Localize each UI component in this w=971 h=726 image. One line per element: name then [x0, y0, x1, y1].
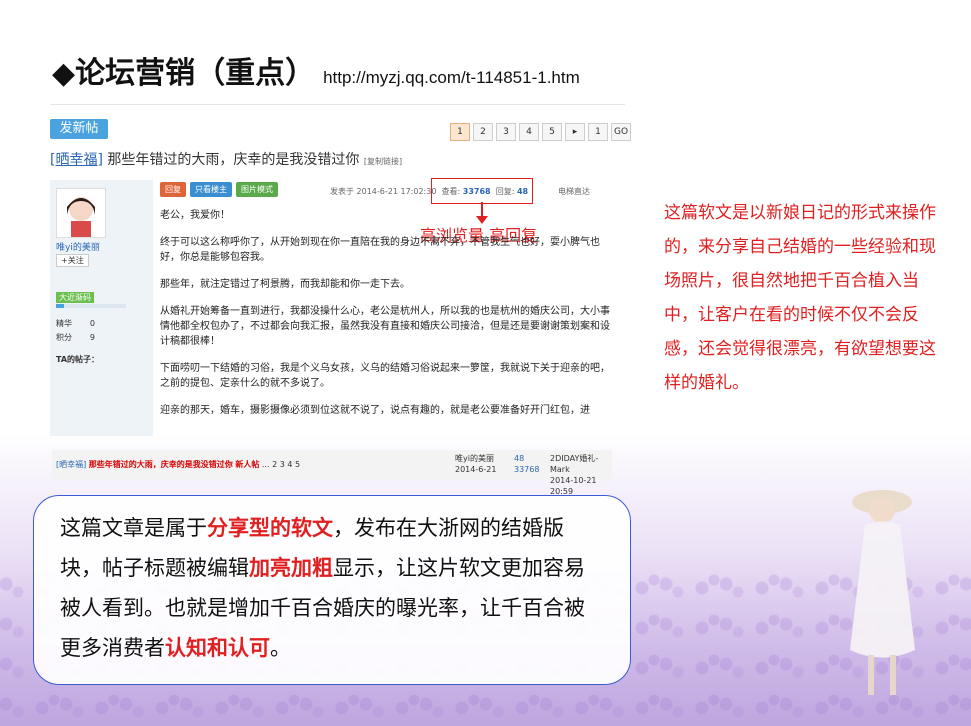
new-thread-badge: 新人帖 — [235, 460, 260, 469]
callout-highlight: 分享型的软文 — [207, 515, 333, 540]
thread-title: [晒幸福] 那些年错过的大雨，庆幸的是我没错过你 [复制链接] — [50, 149, 402, 169]
post-line: 迎亲的那天，婚车，摄影摄像必须到位这就不说了，说点有趣的，就是老公要准备好开门红… — [160, 405, 590, 416]
user-sidebar: 唯yi的美丽 +关注 大近渐码 精华 0 积分 9 TA的帖子： — [50, 180, 153, 436]
pagination: 1 2 3 4 5 ▸ 1 GO — [450, 123, 632, 141]
page-1[interactable]: 1 — [450, 123, 470, 141]
thread-tag[interactable]: [晒幸福] — [50, 152, 103, 168]
follow-button[interactable]: +关注 — [56, 254, 89, 267]
list-last-post: 2DIDAY婚礼-Mark 2014-10-21 20:59 — [550, 454, 599, 496]
page-5[interactable]: 5 — [542, 123, 562, 141]
thread-list-row[interactable]: [晒幸福] 那些年错过的大雨，庆幸的是我没错过你 新人帖 ... 2 3 4 5… — [52, 450, 612, 496]
jump-to-floor[interactable]: 电梯直达 — [558, 186, 590, 197]
page-4[interactable]: 4 — [519, 123, 539, 141]
stats-highlight-box — [431, 178, 533, 204]
forum-screenshot: 发新帖 1 2 3 4 5 ▸ 1 GO [晒幸福] 那些年错过的大雨，庆幸的是… — [50, 116, 632, 446]
callout-highlight: 加亮加粗 — [249, 555, 333, 580]
callout-text: 这篇文章是属于 — [60, 516, 207, 540]
next-page-icon[interactable]: ▸ — [565, 123, 585, 141]
post-line: 老公，我爱你！ — [160, 210, 230, 221]
page-2[interactable]: 2 — [473, 123, 493, 141]
thread-title-text: 那些年错过的大雨，庆幸的是我没错过你 — [107, 152, 360, 168]
stat-essence: 精华 0 — [56, 319, 95, 328]
post-line: 那些年，就注定错过了柯景腾，而我却能和你一走下去。 — [160, 279, 410, 290]
list-thread-title[interactable]: 那些年错过的大雨，庆幸的是我没错过你 — [89, 460, 233, 469]
list-tag[interactable]: [晒幸福] — [56, 460, 86, 469]
reply-button[interactable]: 回复 — [160, 182, 186, 197]
list-title: [晒幸福] 那些年错过的大雨，庆幸的是我没错过你 新人帖 ... 2 3 4 5 — [56, 459, 300, 470]
page-3[interactable]: 3 — [496, 123, 516, 141]
list-author: 唯yi的美丽 2014-6-21 — [455, 454, 497, 474]
girl-in-field-image — [850, 490, 915, 695]
new-post-button[interactable]: 发新帖 — [50, 119, 108, 139]
callout-highlight: 认知和认可 — [165, 635, 270, 660]
post-line: 从婚礼开始筹备一直到进行，我都没操什么心，老公是杭州人，所以我的也是杭州的婚庆公… — [160, 306, 610, 347]
side-explanation: 这篇软文是以新娘日记的形式来操作的，来分享自己结婚的一些经验和现场照片，很自然地… — [664, 203, 936, 393]
title-url[interactable]: http://myzj.qq.com/t-114851-1.htm — [323, 68, 580, 88]
title-main: ◆论坛营销（重点） — [52, 56, 316, 91]
list-counts: 48 33768 — [514, 454, 540, 474]
gallery-mode-button[interactable]: 图片模式 — [236, 182, 278, 197]
level-progress — [56, 304, 126, 308]
user-posts-heading: TA的帖子： — [56, 355, 100, 364]
post-toolbar: 回复 只看楼主 图片模式 — [160, 182, 278, 197]
callout-text: 。 — [270, 636, 291, 660]
post-line: 下面唠叨一下结婚的习俗，我是个义乌女孩，义乌的结婚习俗说起来一箩筐，我就说下关于… — [160, 363, 610, 389]
post-body: 老公，我爱你！ 终于可以这么称呼你了，从开始到现在你一直陪在我的身边不离不弃，不… — [160, 208, 615, 430]
post-line: 终于可以这么称呼你了，从开始到现在你一直陪在我的身边不离不弃，不管我生气也好，耍… — [160, 237, 600, 263]
only-author-button[interactable]: 只看楼主 — [190, 182, 232, 197]
summary-callout: 这篇文章是属于分享型的软文，发布在大浙网的结婚版块，帖子标题被编辑加亮加粗显示，… — [33, 495, 631, 685]
list-pages[interactable]: ... 2 3 4 5 — [262, 460, 300, 469]
page-input[interactable]: 1 — [588, 123, 608, 141]
avatar[interactable] — [56, 188, 106, 238]
username[interactable]: 唯yi的美丽 — [56, 240, 100, 253]
divider — [50, 104, 625, 105]
go-button[interactable]: GO — [611, 123, 632, 141]
user-level-badge: 大近渐码 — [56, 292, 94, 303]
slide-title: ◆论坛营销（重点） http://myzj.qq.com/t-114851-1.… — [52, 48, 580, 92]
stat-points: 积分 9 — [56, 333, 95, 342]
copy-link[interactable]: [复制链接] — [364, 157, 402, 166]
